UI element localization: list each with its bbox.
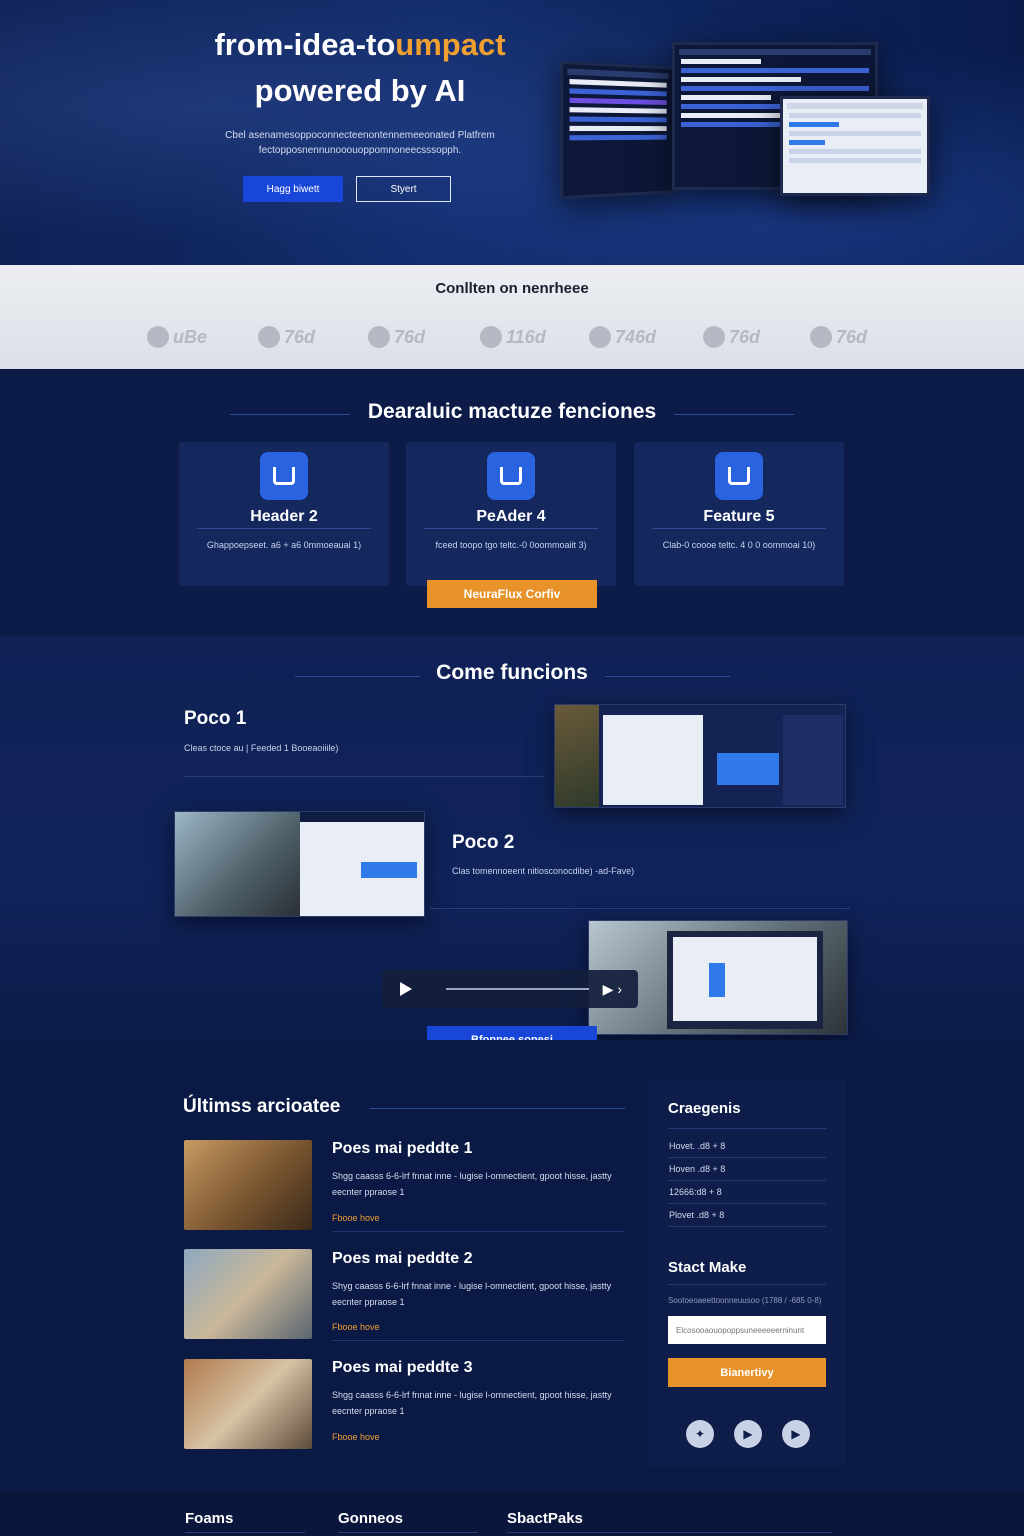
newsletter-text: Sootoeoaeettoonneuusoo (1788 / -685 0-8): [668, 1296, 822, 1305]
client-logo: 116d: [480, 325, 546, 349]
divider: [184, 776, 544, 777]
article-excerpt: Shgg caasss 6-6-lrf fnnat inne - lugise …: [332, 1171, 612, 1197]
divider: [652, 528, 826, 529]
logo-mark-icon: [147, 326, 169, 348]
newsletter-submit-button[interactable]: Bianertivy: [668, 1358, 826, 1387]
video-progress-track[interactable]: [446, 988, 589, 990]
clients-title: Conllten on nenrheee: [435, 280, 589, 297]
hero-subtitle: Cbel asenamesoppoconnecteenontennemeeona…: [225, 130, 495, 156]
hero-device-laptop: [780, 96, 930, 196]
step-title: Poco 2: [452, 832, 515, 853]
category-link[interactable]: Hoven .d8 + 8: [669, 1164, 725, 1174]
article-thumbnail[interactable]: [184, 1249, 312, 1339]
divider: [185, 1532, 305, 1533]
step-desc: Clas tomennoeent nitiosconocdibe) -ad-Fa…: [452, 866, 635, 876]
article-thumbnail[interactable]: [184, 1140, 312, 1230]
feature-desc: Ghappoepseet. a6 + a6 0mmoeauai 1): [206, 540, 362, 550]
play-icon[interactable]: [400, 982, 412, 996]
newsletter-email-input[interactable]: [668, 1316, 826, 1344]
article-thumbnail[interactable]: [184, 1359, 312, 1449]
divider: [338, 1532, 478, 1533]
categories-title: Craegenis: [668, 1100, 741, 1117]
step-title: Poco 1: [184, 708, 247, 729]
client-logo: uBe: [147, 325, 207, 349]
articles-title: Últimss arcioatee: [183, 1096, 341, 1117]
category-link[interactable]: 12666:d8 + 8: [669, 1187, 722, 1197]
feature-title: Header 2: [250, 508, 318, 525]
forward-icon[interactable]: ▶ ›: [603, 981, 622, 998]
article-title[interactable]: Poes mai peddte 3: [332, 1359, 473, 1377]
cup-icon: [260, 452, 308, 500]
footer-column-title: Foams: [185, 1510, 234, 1527]
client-logo: 746d: [589, 325, 656, 349]
article-excerpt: Shgg caasss 6-6-lrf fnnat inne - lugise …: [332, 1390, 612, 1416]
article-read-more-link[interactable]: Fbooe hove: [332, 1213, 380, 1223]
feature-desc: Clab-0 coooe teltc. 4 0 0 oommoai 10): [662, 540, 816, 550]
feature-desc: fceed toopo tgo teltc.-0 0oommoaiit 3): [435, 540, 587, 550]
cup-icon: [715, 452, 763, 500]
divider: [370, 1108, 625, 1109]
hero-title-line2: powered by AI: [254, 73, 466, 108]
logo-mark-icon: [589, 326, 611, 348]
play-icon[interactable]: ▶: [782, 1420, 810, 1448]
divider: [430, 908, 850, 909]
step-desc: Cleas ctoce au | Feeded 1 Booeaoiiile): [184, 743, 339, 753]
divider: [332, 1231, 624, 1232]
feature-title: PeAder 4: [476, 508, 546, 525]
hero-section: from-idea-toumpact powered by AI Cbel as…: [0, 0, 1024, 265]
divider: [424, 528, 598, 529]
cup-icon: [487, 452, 535, 500]
footer-column-title: Gonneos: [338, 1510, 404, 1527]
divider: [197, 528, 371, 529]
client-logo: 76d: [368, 325, 425, 349]
footer-column-title: SbactPaks: [507, 1510, 583, 1527]
how-title: Come funcions: [436, 661, 588, 684]
divider: [674, 414, 794, 415]
pin-icon[interactable]: ✦: [686, 1420, 714, 1448]
logo-mark-icon: [703, 326, 725, 348]
newsletter-title: Stact Make: [668, 1259, 747, 1276]
category-link[interactable]: Hovet. .d8 + 8: [669, 1141, 725, 1151]
divider: [668, 1226, 826, 1227]
features-cta-button[interactable]: NeuraFlux Corfiv: [427, 580, 597, 608]
hero-device-tablet: [560, 60, 675, 200]
feature-title: Feature 5: [703, 508, 775, 525]
logo-mark-icon: [368, 326, 390, 348]
article-read-more-link[interactable]: Fbooe hove: [332, 1432, 380, 1442]
logo-mark-icon: [258, 326, 280, 348]
divider: [668, 1157, 826, 1158]
features-title: Dearaluic mactuze fenciones: [367, 400, 657, 423]
hero-title-part: from-idea-to: [214, 27, 396, 62]
divider: [668, 1128, 826, 1129]
article-title[interactable]: Poes mai peddte 1: [332, 1140, 473, 1158]
hero-title: from-idea-toumpact: [150, 22, 570, 68]
feature-card[interactable]: Header 2 Ghappoepseet. a6 + a6 0mmoeauai…: [179, 442, 389, 586]
article-read-more-link[interactable]: Fbooe hove: [332, 1322, 380, 1332]
article-excerpt: Shyg caasss 6-6-lrf fnnat inne - lugise …: [332, 1281, 612, 1307]
feature-card[interactable]: Feature 5 Clab-0 coooe teltc. 4 0 0 oomm…: [634, 442, 844, 586]
client-logo: 76d: [703, 325, 760, 349]
video-player[interactable]: ▶ ›: [382, 970, 638, 1008]
client-logo: 76d: [810, 325, 867, 349]
divider: [668, 1180, 826, 1181]
divider: [605, 676, 730, 677]
logo-mark-icon: [480, 326, 502, 348]
divider: [668, 1203, 826, 1204]
step-screenshot: [174, 811, 425, 917]
client-logo: 76d: [258, 325, 315, 349]
hero-title-accent: umpact: [395, 27, 506, 62]
hero-primary-button[interactable]: Hagg biwett: [243, 176, 343, 202]
category-link[interactable]: Plovet .d8 + 8: [669, 1210, 724, 1220]
hero-secondary-button[interactable]: Styert: [356, 176, 451, 202]
divider: [332, 1340, 624, 1341]
step-screenshot: [554, 704, 846, 808]
play-icon[interactable]: ▶: [734, 1420, 762, 1448]
logo-mark-icon: [810, 326, 832, 348]
divider: [668, 1284, 826, 1285]
divider: [507, 1532, 832, 1533]
article-title[interactable]: Poes mai peddte 2: [332, 1250, 473, 1268]
feature-card[interactable]: PeAder 4 fceed toopo tgo teltc.-0 0oommo…: [406, 442, 616, 586]
